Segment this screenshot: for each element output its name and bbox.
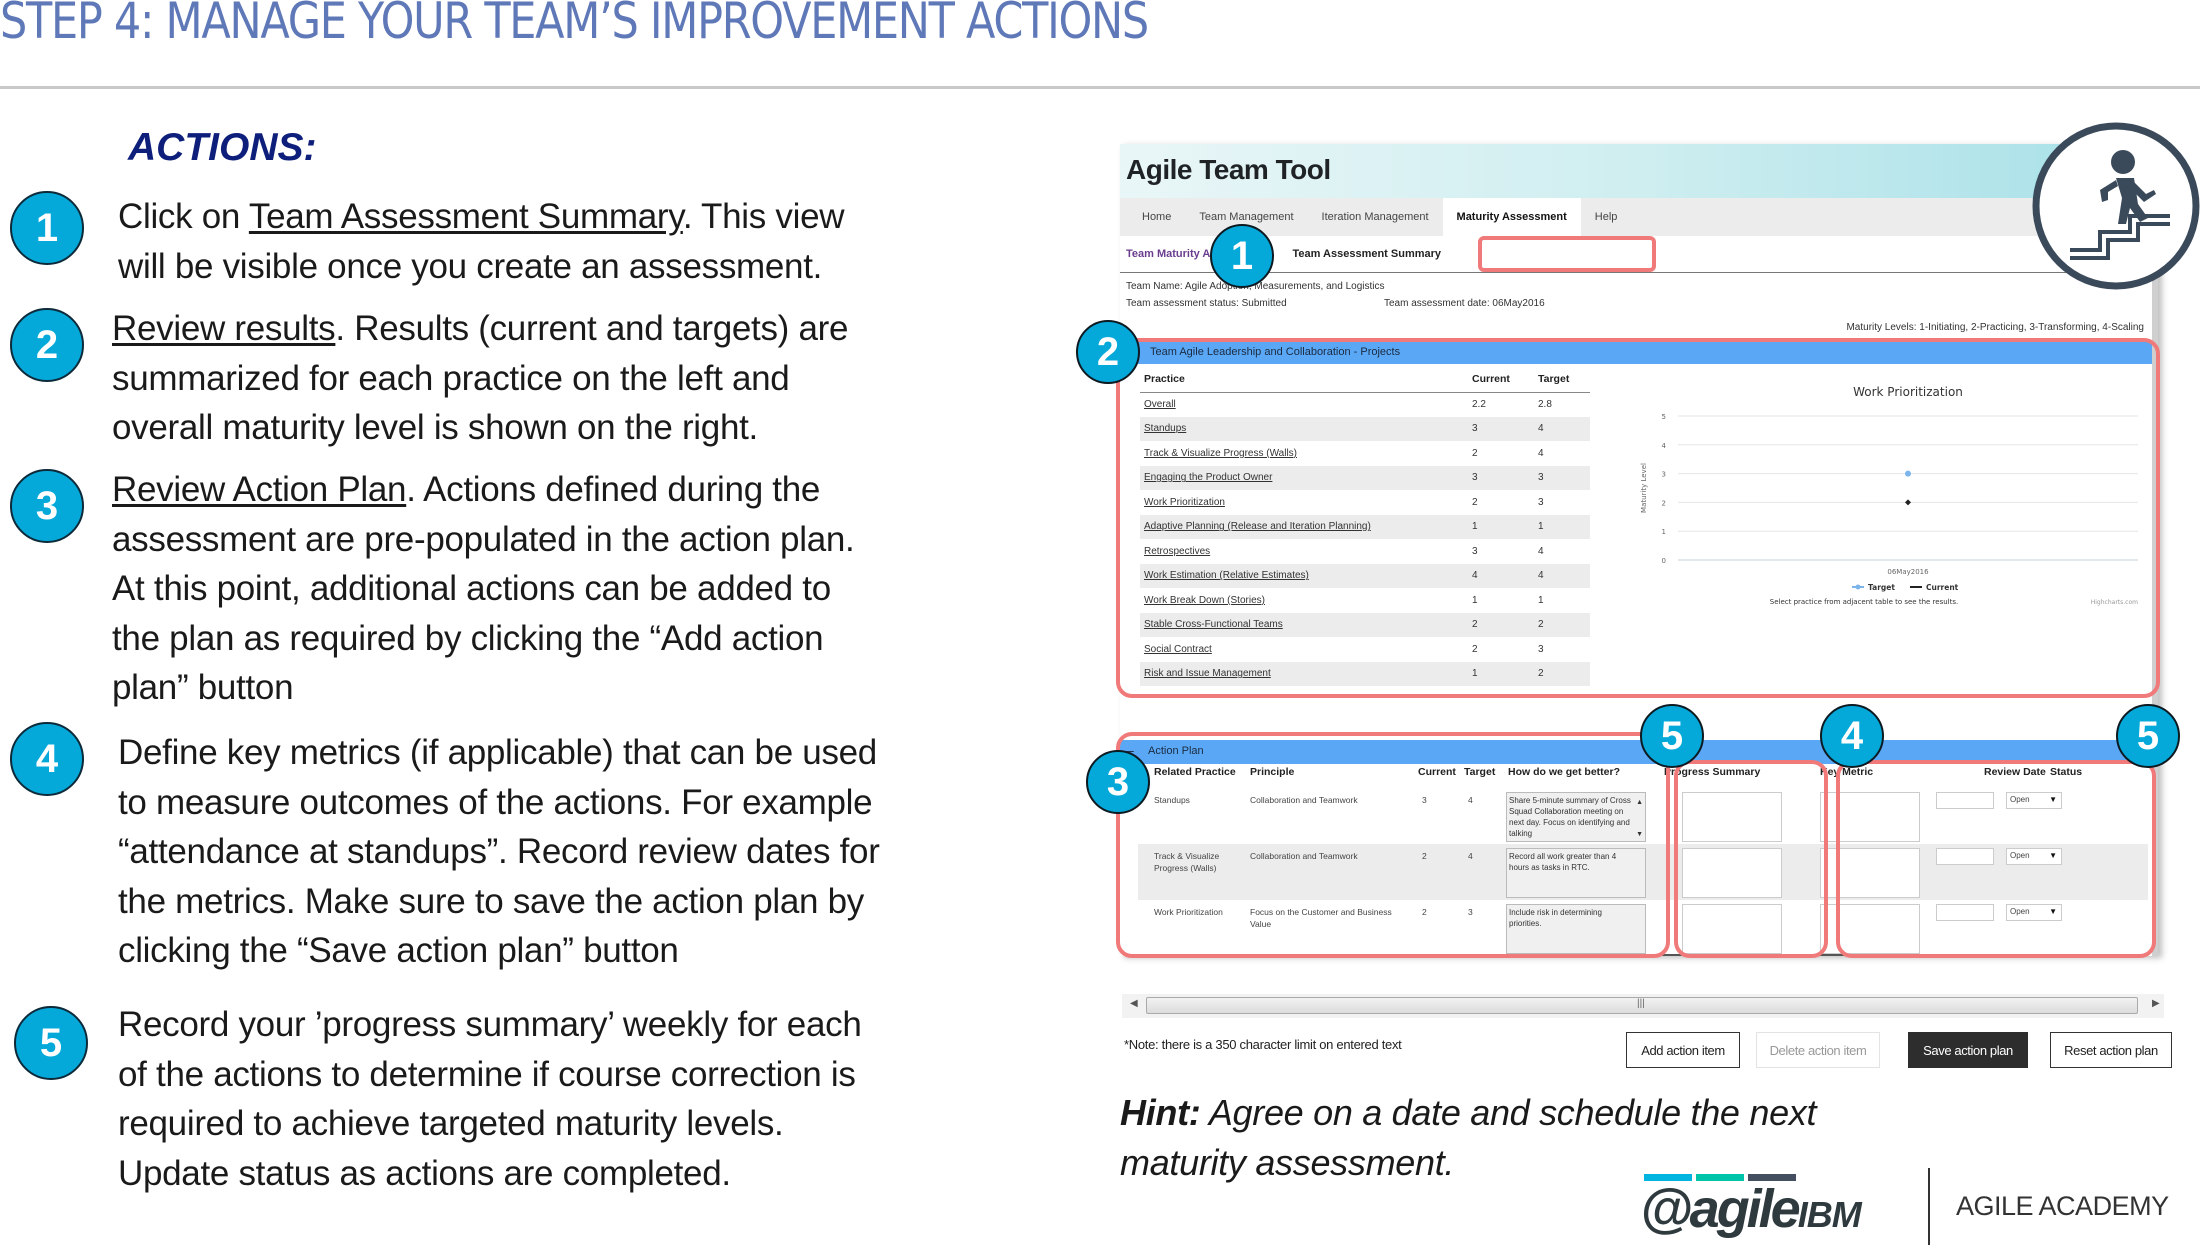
step-number-badge: 1: [10, 191, 84, 265]
callout-2: 2: [1076, 320, 1140, 384]
step-number-badge: 5: [14, 1006, 88, 1080]
team-assessment-summary-link[interactable]: Team Assessment Summary: [249, 197, 683, 236]
hint-line: Agree on a date and schedule the next: [1200, 1092, 1817, 1133]
nav-home[interactable]: Home: [1128, 198, 1185, 236]
sub-tabs: Team Maturity As Team Assessment Summary: [1126, 248, 1441, 260]
step-text-line: the metrics. Make sure to save the actio…: [118, 881, 864, 921]
hint-text: Hint: Agree on a date and schedule the n…: [1120, 1088, 1817, 1188]
step-text-line: summarized for each practice on the left…: [112, 358, 790, 398]
horizontal-scrollbar[interactable]: ◀ ||| ▶: [1122, 994, 2164, 1018]
highlight-action-plan: [1116, 732, 1670, 958]
nav-maturity-assessment[interactable]: Maturity Assessment: [1442, 198, 1581, 236]
agile-academy-label: AGILE ACADEMY: [1956, 1191, 2169, 1221]
step-text-part: . This view: [682, 197, 845, 236]
scrollbar-grip: |||: [1637, 998, 1645, 1009]
character-limit-note: *Note: there is a 350 character limit on…: [1124, 1037, 1402, 1052]
app-header: Agile Team Tool: [1120, 144, 2152, 198]
callout-3: 3: [1086, 750, 1150, 814]
step-text-part: Click on: [118, 197, 249, 236]
step-text: Record your ’progress summary’ weekly fo…: [118, 1000, 862, 1198]
main-nav: Home Team Management Iteration Managemen…: [1120, 198, 2152, 236]
step-text-line: of the actions to determine if course co…: [118, 1054, 856, 1094]
scroll-right-icon[interactable]: ▶: [2152, 998, 2160, 1009]
reset-action-plan-button[interactable]: Reset action plan: [2050, 1032, 2172, 1068]
step-text: Define key metrics (if applicable) that …: [118, 728, 880, 976]
step-text-line: the plan as required by clicking the “Ad…: [112, 618, 824, 658]
step-text-line: Record your ’progress summary’ weekly fo…: [118, 1005, 862, 1044]
highlight-progress-summary: [1674, 760, 1828, 958]
step-number-badge: 2: [10, 308, 84, 382]
step-text: Click on Team Assessment Summary. This v…: [118, 192, 845, 291]
highlight-results: [1116, 338, 2160, 698]
callout-5-progress: 5: [1640, 704, 1704, 768]
step-text: Review results. Results (current and tar…: [112, 304, 848, 453]
assessment-date: Team assessment date: 06May2016: [1384, 298, 1545, 309]
step-number-badge: 3: [10, 469, 84, 543]
step-text-part: . Results (current and targets) are: [335, 309, 849, 348]
step-text-line: overall maturity level is shown on the r…: [112, 408, 758, 447]
nav-help[interactable]: Help: [1581, 198, 1632, 236]
add-action-item-button[interactable]: Add action item: [1626, 1032, 1740, 1068]
step-text-line: assessment are pre-populated in the acti…: [112, 519, 855, 559]
assessment-status: Team assessment status: Submitted: [1126, 298, 1287, 309]
step-text-part: . Actions defined during the: [406, 470, 821, 509]
step-text-line: Define key metrics (if applicable) that …: [118, 733, 877, 772]
step-text-line: to measure outcomes of the actions. For …: [118, 782, 873, 822]
logo-agile-text: @agile: [1640, 1179, 1801, 1239]
logo-divider: [1928, 1168, 1930, 1245]
step-text: Review Action Plan. Actions defined duri…: [112, 465, 855, 713]
logo-ibm-text: IBM: [1797, 1194, 1862, 1235]
agileibm-logo: @agileIBM: [1640, 1178, 1862, 1240]
slide-title: STEP 4: MANAGE YOUR TEAM’S IMPROVEMENT A…: [0, 0, 1149, 50]
sub-tabs-divider: [1120, 272, 2152, 273]
step-text-line: Update status as actions are completed.: [118, 1153, 731, 1193]
save-action-plan-button[interactable]: Save action plan: [1908, 1032, 2028, 1068]
step-text-line: clicking the “Save action plan” button: [118, 931, 679, 970]
title-divider: [0, 86, 2200, 89]
step-text-line: “attendance at standups”. Record review …: [118, 832, 880, 871]
delete-action-item-button[interactable]: Delete action item: [1756, 1032, 1880, 1068]
callout-5-status: 5: [2116, 704, 2180, 768]
hint-label: Hint:: [1120, 1092, 1201, 1133]
app-screenshot: Agile Team Tool Home Team Management Ite…: [1076, 144, 2180, 958]
callout-4: 4: [1820, 704, 1884, 768]
step-number-badge: 4: [10, 722, 84, 796]
callout-1: 1: [1210, 224, 1274, 288]
step-text-line: will be visible once you create an asses…: [118, 246, 823, 286]
review-action-plan-link[interactable]: Review Action Plan: [112, 470, 407, 509]
step-text-line: plan” button: [112, 668, 294, 707]
nav-iteration-management[interactable]: Iteration Management: [1308, 198, 1443, 236]
maturity-levels-legend: Maturity Levels: 1-Initiating, 2-Practic…: [1846, 322, 2144, 333]
scroll-left-icon[interactable]: ◀: [1130, 998, 1138, 1009]
highlight-summary-tab: [1478, 236, 1656, 272]
climbing-stairs-icon: [2032, 122, 2200, 290]
step-text-line: At this point, additional actions can be…: [112, 569, 831, 608]
review-results-link[interactable]: Review results: [112, 309, 336, 348]
step-text-line: required to achieve targeted maturity le…: [118, 1104, 784, 1143]
actions-heading: ACTIONS:: [128, 126, 317, 169]
scrollbar-thumb[interactable]: |||: [1146, 997, 2138, 1014]
tab-team-assessment-summary[interactable]: Team Assessment Summary: [1292, 248, 1441, 260]
app-title: Agile Team Tool: [1126, 154, 1331, 185]
tab-team-maturity-assessment[interactable]: Team Maturity As: [1126, 248, 1216, 260]
highlight-key-metric-status: [1836, 760, 2156, 958]
